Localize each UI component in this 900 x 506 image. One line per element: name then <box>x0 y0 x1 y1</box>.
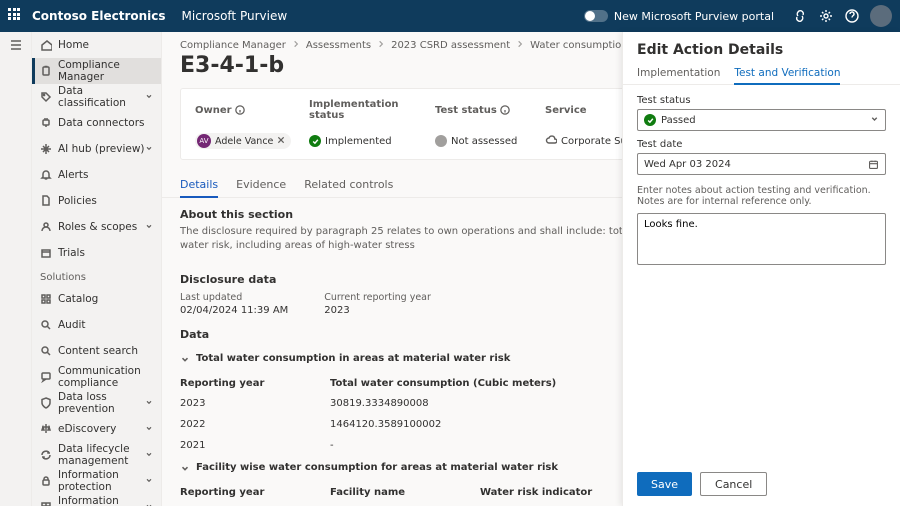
home-icon <box>40 39 52 51</box>
test-status-dropdown[interactable]: Passed <box>637 109 886 131</box>
table-header: Facility name <box>312 481 462 502</box>
chat-icon <box>40 371 52 383</box>
lock-icon <box>40 475 52 487</box>
nav-item-trials[interactable]: Trials <box>32 240 161 266</box>
collapse-rail[interactable] <box>0 32 32 506</box>
chevron-right-icon <box>377 40 385 51</box>
panel-tab-test-and-verification[interactable]: Test and Verification <box>734 62 840 84</box>
breadcrumb-link[interactable]: Compliance Manager <box>180 40 286 51</box>
tab-evidence[interactable]: Evidence <box>236 172 286 197</box>
app-launcher-icon[interactable] <box>8 8 24 24</box>
not-assessed-icon <box>435 135 447 147</box>
owner-name: Adele Vance <box>215 136 273 147</box>
chevron-down-icon <box>180 463 190 473</box>
save-button[interactable]: Save <box>637 472 692 496</box>
portal-toggle[interactable] <box>584 10 608 22</box>
chevron-down-icon <box>145 397 153 409</box>
nav-item-information-barriers[interactable]: Information barriers <box>32 494 161 506</box>
test-status-label: Test status <box>637 95 886 106</box>
nav-item-policies[interactable]: Policies <box>32 188 161 214</box>
nav-item-data-connectors[interactable]: Data connectors <box>32 110 161 136</box>
chevron-down-icon <box>870 114 879 126</box>
cloud-icon <box>545 134 557 149</box>
tab-related-controls[interactable]: Related controls <box>304 172 393 197</box>
nav-item-ediscovery[interactable]: eDiscovery <box>32 416 161 442</box>
implemented-icon <box>309 135 321 147</box>
tab-details[interactable]: Details <box>180 172 218 197</box>
spark-icon <box>40 143 52 155</box>
bell-icon <box>40 169 52 181</box>
breadcrumb-link[interactable]: Water consumption <box>530 40 628 51</box>
cancel-button[interactable]: Cancel <box>700 472 767 496</box>
audit-icon <box>40 319 52 331</box>
chevron-down-icon <box>145 501 153 506</box>
panel-tab-implementation[interactable]: Implementation <box>637 62 720 84</box>
nav-item-communication-compliance[interactable]: Communication compliance <box>32 364 161 390</box>
chevron-right-icon <box>292 40 300 51</box>
product-name: Microsoft Purview <box>182 9 288 23</box>
portal-toggle-label: New Microsoft Purview portal <box>614 10 774 23</box>
chevron-down-icon <box>145 423 153 435</box>
tag-icon <box>40 91 52 103</box>
owner-pill[interactable]: AV Adele Vance <box>195 133 291 149</box>
edit-action-panel: Edit Action Details Implementation Test a… <box>622 32 900 506</box>
shield-icon <box>40 397 52 409</box>
chevron-down-icon <box>145 143 153 155</box>
chevron-down-icon <box>180 354 190 364</box>
owner-avatar: AV <box>197 134 211 148</box>
left-nav: HomeCompliance ManagerData classificatio… <box>32 32 162 506</box>
clip-icon <box>40 65 52 77</box>
breadcrumb-link[interactable]: 2023 CSRD assessment <box>391 40 510 51</box>
notes-textarea[interactable] <box>637 213 886 265</box>
nav-item-roles-scopes[interactable]: Roles & scopes <box>32 214 161 240</box>
chevron-down-icon <box>145 475 153 487</box>
nav-item-ai-hub-preview-[interactable]: AI hub (preview) <box>32 136 161 162</box>
chevron-right-icon <box>516 40 524 51</box>
settings-icon[interactable] <box>814 4 838 28</box>
info-icon <box>500 105 510 115</box>
test-date-input[interactable]: Wed Apr 03 2024 <box>637 153 886 175</box>
table-header: Reporting year <box>162 372 312 393</box>
nav-item-compliance-manager[interactable]: Compliance Manager <box>32 58 161 84</box>
calendar-icon <box>868 159 879 170</box>
wall-icon <box>40 501 52 506</box>
nav-item-data-classification[interactable]: Data classification <box>32 84 161 110</box>
nav-item-audit[interactable]: Audit <box>32 312 161 338</box>
user-avatar[interactable] <box>870 5 892 27</box>
nav-item-data-loss-prevention[interactable]: Data loss prevention <box>32 390 161 416</box>
plug-icon <box>40 117 52 129</box>
org-name: Contoso Electronics <box>32 9 166 23</box>
scale-icon <box>40 423 52 435</box>
nav-item-content-search[interactable]: Content search <box>32 338 161 364</box>
test-date-label: Test date <box>637 139 886 150</box>
cycle-icon <box>40 449 52 461</box>
panel-title: Edit Action Details <box>623 32 900 58</box>
person-icon <box>40 221 52 233</box>
chevron-down-icon <box>145 221 153 233</box>
grid-icon <box>40 293 52 305</box>
help-icon[interactable] <box>840 4 864 28</box>
nav-item-information-protection[interactable]: Information protection <box>32 468 161 494</box>
notes-help-text: Enter notes about action testing and ver… <box>637 185 886 207</box>
chevron-down-icon <box>145 449 153 461</box>
info-icon <box>235 105 245 115</box>
doc-icon <box>40 195 52 207</box>
table-header: Reporting year <box>162 481 312 502</box>
breadcrumb-link[interactable]: Assessments <box>306 40 371 51</box>
passed-icon <box>644 114 656 126</box>
box-icon <box>40 247 52 259</box>
owner-label: Owner <box>195 99 303 121</box>
panel-tabs: Implementation Test and Verification <box>623 58 900 85</box>
chevron-down-icon <box>145 91 153 103</box>
impl-status-label: Implementation status <box>309 99 429 121</box>
nav-item-data-lifecycle-management[interactable]: Data lifecycle management <box>32 442 161 468</box>
test-status-label: Test status <box>435 99 539 121</box>
nav-item-alerts[interactable]: Alerts <box>32 162 161 188</box>
nav-section-header: Solutions <box>32 266 161 286</box>
link-icon[interactable] <box>788 4 812 28</box>
search-icon <box>40 345 52 357</box>
nav-item-home[interactable]: Home <box>32 32 161 58</box>
owner-remove-icon[interactable] <box>277 136 285 147</box>
nav-item-catalog[interactable]: Catalog <box>32 286 161 312</box>
